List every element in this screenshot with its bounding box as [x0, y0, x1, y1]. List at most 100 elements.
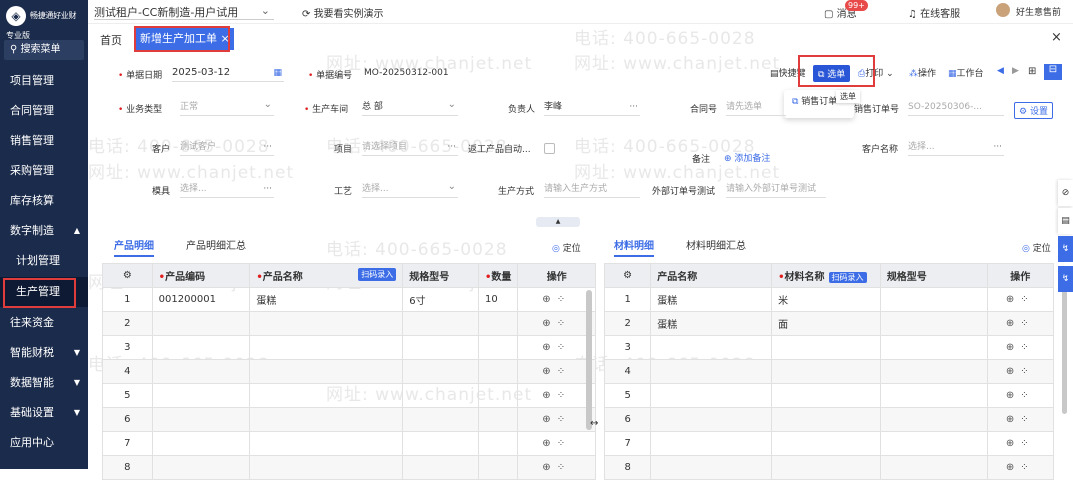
table-row[interactable]: 3 ⊕⁘ [102, 335, 596, 360]
mold-field[interactable]: 选择... ··· [180, 182, 274, 198]
table-row[interactable]: 1 蛋糕米 ⊕⁘ [603, 287, 1055, 312]
column-settings-icon[interactable]: ⚙ [102, 263, 153, 288]
table-row[interactable]: 3 ⊕⁘ [603, 335, 1055, 360]
code-field[interactable]: MO-20250312-001 [364, 66, 454, 82]
table-row[interactable]: 7 ⊕⁘ [603, 431, 1055, 456]
sidebar-item-manufacturing[interactable]: 数字制造 ▲ [0, 216, 88, 246]
cell-product[interactable] [650, 359, 773, 384]
more-icon[interactable]: ··· [263, 182, 272, 196]
sidebar-item-inventory[interactable]: 库存核算 [0, 186, 88, 216]
more-actions-icon[interactable]: ⁘ [1020, 390, 1034, 401]
next-arrow-icon[interactable]: ▶ [1012, 66, 1019, 76]
cell-code[interactable] [151, 359, 251, 384]
table-row[interactable]: 8 ⊕⁘ [603, 455, 1055, 480]
cell-material[interactable] [771, 455, 881, 480]
cell-code[interactable]: 001200001 [151, 287, 251, 312]
date-field[interactable]: 2025-03-12 ▦ [172, 66, 284, 82]
operation-button[interactable]: ⁂操作 [909, 66, 936, 79]
cell-code[interactable] [151, 311, 251, 336]
cell-material[interactable]: 米 [771, 287, 881, 312]
sidebar-item-project[interactable]: 项目管理 [0, 66, 88, 96]
cell-name[interactable] [249, 383, 404, 408]
table-row[interactable]: 5 ⊕⁘ [603, 383, 1055, 408]
cell-product[interactable]: 蛋糕 [650, 287, 773, 312]
customer-field[interactable]: 测试客户 ··· [180, 140, 274, 156]
tab-product-detail[interactable]: 产品明细 [114, 237, 154, 257]
cell-name[interactable]: 蛋糕 [249, 287, 404, 312]
more-actions-icon[interactable]: ⁘ [1020, 414, 1034, 425]
cell-product[interactable]: 蛋糕 [650, 311, 773, 336]
add-row-icon[interactable]: ⊕ [542, 462, 556, 473]
tab-material-detail[interactable]: 材料明细 [614, 237, 654, 257]
cell-name[interactable] [249, 359, 404, 384]
scrollbar[interactable] [1062, 290, 1067, 414]
prev-arrow-icon[interactable]: ◀ [997, 66, 1004, 76]
cell-name[interactable] [249, 431, 404, 456]
table-row[interactable]: 4 ⊕⁘ [102, 359, 596, 384]
sidebar-item-data[interactable]: 数据智能 ▼ [0, 368, 88, 398]
service-button[interactable]: ♫ 在线客服 [908, 5, 960, 20]
scan-input-button[interactable]: 扫码录入 [358, 268, 397, 281]
cell-spec[interactable] [879, 359, 988, 384]
cell-spec[interactable] [402, 407, 479, 432]
table-row[interactable]: 7 ⊕⁘ [102, 431, 596, 456]
biztype-select[interactable]: 正常 ⌄ [180, 99, 274, 116]
cell-product[interactable] [650, 383, 773, 408]
more-actions-icon[interactable]: ⁘ [557, 414, 571, 425]
cell-material[interactable]: 面 [771, 311, 881, 336]
more-actions-icon[interactable]: ⁘ [557, 342, 571, 353]
cell-product[interactable] [650, 431, 773, 456]
add-row-icon[interactable]: ⊕ [1006, 294, 1020, 305]
add-row-icon[interactable]: ⊕ [542, 342, 556, 353]
cell-material[interactable] [771, 359, 881, 384]
sidebar-item-funds[interactable]: 往来资金 [0, 308, 88, 338]
close-icon[interactable]: × [1051, 30, 1062, 45]
cell-spec[interactable]: 6寸 [402, 287, 479, 312]
cell-material[interactable] [771, 335, 881, 360]
cell-spec[interactable] [879, 335, 988, 360]
more-actions-icon[interactable]: ⁘ [1020, 462, 1034, 473]
add-remark-button[interactable]: ⊕ 添加备注 [724, 151, 770, 164]
add-row-icon[interactable]: ⊕ [542, 390, 556, 401]
add-row-icon[interactable]: ⊕ [542, 318, 556, 329]
note-icon[interactable]: ▤ [1058, 208, 1073, 234]
table-row[interactable]: 5 ⊕⁘ [102, 383, 596, 408]
add-row-icon[interactable]: ⊕ [542, 414, 556, 425]
owner-field[interactable]: 李峰 ··· [544, 100, 640, 116]
scan-input-button[interactable]: 扫码录入 [828, 272, 867, 283]
side-tool-icon[interactable]: ↯ [1058, 236, 1073, 262]
cell-spec[interactable] [879, 311, 988, 336]
cell-code[interactable] [151, 335, 251, 360]
cell-spec[interactable] [879, 407, 988, 432]
add-row-icon[interactable]: ⊕ [1006, 438, 1020, 449]
more-actions-icon[interactable]: ⁘ [1020, 342, 1034, 353]
cell-spec[interactable] [879, 455, 988, 480]
cell-code[interactable] [151, 383, 251, 408]
cell-qty[interactable] [477, 407, 519, 432]
collapse-handle[interactable]: ▲ [536, 217, 580, 227]
cell-qty[interactable] [477, 335, 519, 360]
table-row[interactable]: 1 001200001 蛋糕 6寸 10 ⊕⁘ [102, 287, 596, 312]
cell-name[interactable] [249, 407, 404, 432]
more-icon[interactable]: ··· [263, 140, 272, 154]
cell-material[interactable] [771, 383, 881, 408]
dropdown-item-sales-order[interactable]: 销售订单 [801, 97, 837, 107]
cell-product[interactable] [650, 407, 773, 432]
cell-product[interactable] [650, 335, 773, 360]
locate-button-right[interactable]: ◎ 定位 [1022, 241, 1051, 254]
layout-icon[interactable]: ⊟ [1044, 64, 1062, 80]
cell-name[interactable] [249, 335, 404, 360]
cell-qty[interactable] [477, 431, 519, 456]
tab-material-summary[interactable]: 材料明细汇总 [686, 237, 746, 252]
cell-qty[interactable]: 10 [477, 287, 519, 312]
more-icon[interactable]: ··· [993, 140, 1002, 154]
cell-qty[interactable] [477, 311, 519, 336]
contract-field[interactable]: 请先选单 [726, 100, 786, 116]
add-row-icon[interactable]: ⊕ [1006, 414, 1020, 425]
avatar[interactable] [996, 3, 1010, 17]
sidebar-item-apps[interactable]: 应用中心 [0, 428, 88, 458]
project-field[interactable]: 请选择项目 ··· [362, 140, 458, 156]
add-row-icon[interactable]: ⊕ [542, 366, 556, 377]
more-actions-icon[interactable]: ⁘ [557, 366, 571, 377]
add-row-icon[interactable]: ⊕ [1006, 342, 1020, 353]
